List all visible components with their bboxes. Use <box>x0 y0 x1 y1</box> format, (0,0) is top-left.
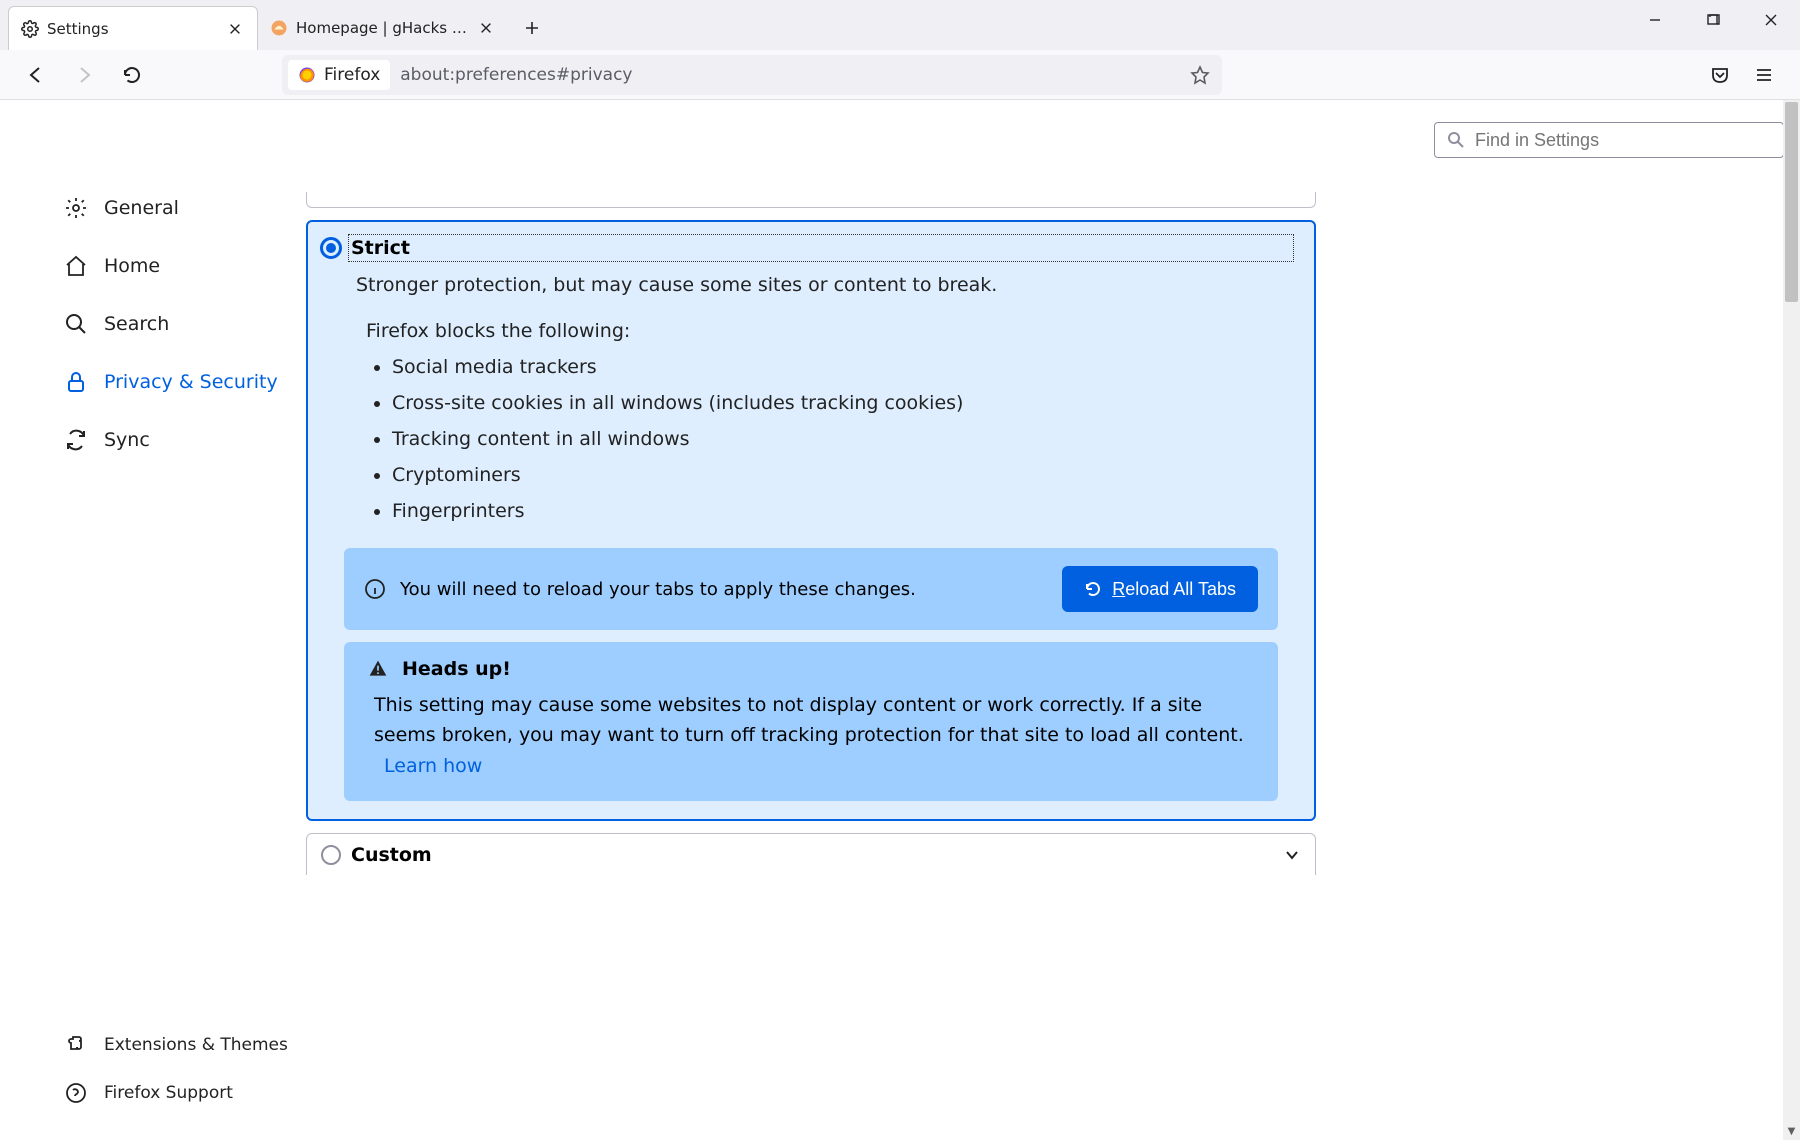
previous-card-bottom <box>306 192 1316 208</box>
gear-icon <box>21 20 39 38</box>
site-favicon-icon <box>270 19 288 37</box>
blocks-intro: Firefox blocks the following: <box>366 320 1278 342</box>
firefox-logo-icon <box>298 66 316 84</box>
list-item: Cross-site cookies in all windows (inclu… <box>392 392 1278 414</box>
puzzle-icon <box>64 1033 88 1057</box>
sidebar-item-label: Privacy & Security <box>104 371 278 393</box>
radio-strict[interactable] <box>320 237 342 259</box>
maximize-button[interactable] <box>1684 0 1742 40</box>
sync-icon <box>64 428 88 452</box>
tab-ghacks[interactable]: Homepage | gHacks Technology <box>258 6 508 50</box>
reload-button-label: Reload All Tabs <box>1112 579 1236 600</box>
navigation-toolbar: Firefox about:preferences#privacy <box>0 50 1800 100</box>
warning-icon <box>368 659 388 679</box>
reload-info-box: You will need to reload your tabs to app… <box>344 548 1278 630</box>
heads-up-title: Heads up! <box>402 658 511 680</box>
application-menu-button[interactable] <box>1746 57 1782 93</box>
save-to-pocket-button[interactable] <box>1702 57 1738 93</box>
heads-up-body: This setting may cause some websites to … <box>374 690 1254 781</box>
search-icon <box>1447 131 1465 149</box>
back-button[interactable] <box>18 57 54 93</box>
search-input[interactable] <box>1475 130 1771 151</box>
gear-icon <box>64 196 88 220</box>
list-item: Social media trackers <box>392 356 1278 378</box>
sidebar-item-extensions[interactable]: Extensions & Themes <box>64 1024 306 1066</box>
new-tab-button[interactable] <box>516 12 548 44</box>
radio-custom[interactable] <box>321 845 341 865</box>
search-icon <box>64 312 88 336</box>
protection-card-strict: Strict Stronger protection, but may caus… <box>306 220 1316 821</box>
sidebar-item-label: Search <box>104 313 169 335</box>
chevron-down-icon <box>1283 846 1301 864</box>
tab-title: Homepage | gHacks Technology <box>296 19 468 37</box>
blocks-list: Social media trackers Cross-site cookies… <box>344 356 1278 522</box>
tab-settings[interactable]: Settings <box>8 6 258 50</box>
list-item: Fingerprinters <box>392 500 1278 522</box>
sidebar-item-label: Extensions & Themes <box>104 1035 288 1055</box>
custom-label: Custom <box>351 844 432 866</box>
list-item: Cryptominers <box>392 464 1278 486</box>
site-identity[interactable]: Firefox <box>288 60 390 90</box>
reload-button[interactable] <box>114 57 150 93</box>
strict-label: Strict <box>348 234 1294 262</box>
find-in-settings[interactable] <box>1434 122 1784 158</box>
tab-strip: Settings Homepage | gHacks Technology <box>0 0 1800 50</box>
minimize-button[interactable] <box>1626 0 1684 40</box>
url-text: about:preferences#privacy <box>400 65 632 85</box>
protection-card-custom[interactable]: Custom <box>306 833 1316 875</box>
reload-icon <box>1084 580 1102 598</box>
settings-sidebar: General Home Search Privacy & Security S… <box>0 100 306 1140</box>
sidebar-item-label: Firefox Support <box>104 1083 233 1103</box>
help-icon <box>64 1081 88 1105</box>
home-icon <box>64 254 88 278</box>
close-window-button[interactable] <box>1742 0 1800 40</box>
list-item: Tracking content in all windows <box>392 428 1278 450</box>
forward-button[interactable] <box>66 57 102 93</box>
strict-description: Stronger protection, but may cause some … <box>356 274 1278 296</box>
reload-info-text: You will need to reload your tabs to app… <box>400 579 1062 600</box>
window-controls <box>1626 0 1800 40</box>
sidebar-item-label: General <box>104 197 179 219</box>
identity-label: Firefox <box>324 65 380 85</box>
lock-icon <box>64 370 88 394</box>
info-icon <box>364 578 386 600</box>
close-icon[interactable] <box>225 19 245 39</box>
sidebar-item-search[interactable]: Search <box>64 302 306 346</box>
sidebar-item-label: Home <box>104 255 160 277</box>
page-content: General Home Search Privacy & Security S… <box>0 100 1784 1140</box>
sidebar-item-general[interactable]: General <box>64 186 306 230</box>
sidebar-item-home[interactable]: Home <box>64 244 306 288</box>
vertical-scrollbar[interactable]: ▲ ▼ <box>1783 100 1800 1140</box>
scrollbar-thumb[interactable] <box>1785 102 1798 302</box>
settings-main: Strict Stronger protection, but may caus… <box>306 100 1784 1140</box>
sidebar-item-support[interactable]: Firefox Support <box>64 1072 306 1114</box>
sidebar-item-privacy[interactable]: Privacy & Security <box>64 360 306 404</box>
sidebar-item-label: Sync <box>104 429 150 451</box>
bookmark-star-button[interactable] <box>1184 59 1216 91</box>
address-bar[interactable]: Firefox about:preferences#privacy <box>282 55 1222 95</box>
scroll-down-button[interactable]: ▼ <box>1783 1123 1800 1140</box>
sidebar-item-sync[interactable]: Sync <box>64 418 306 462</box>
tab-title: Settings <box>47 20 217 38</box>
heads-up-box: Heads up! This setting may cause some we… <box>344 642 1278 801</box>
learn-how-link[interactable]: Learn how <box>384 755 482 777</box>
reload-all-tabs-button[interactable]: Reload All Tabs <box>1062 566 1258 612</box>
close-icon[interactable] <box>476 18 496 38</box>
